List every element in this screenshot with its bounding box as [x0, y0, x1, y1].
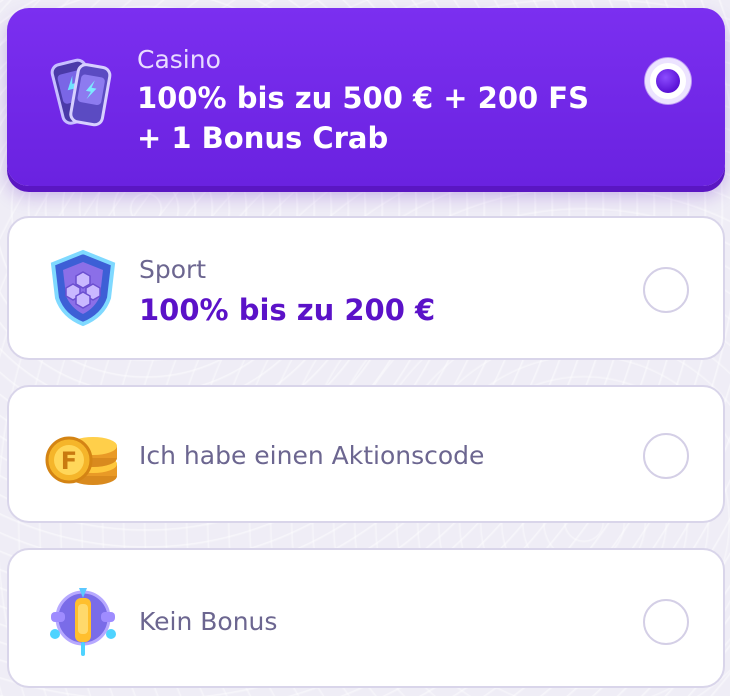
bonus-option-promo-code[interactable]: F Ich habe einen Aktionscode — [7, 385, 725, 523]
sport-shield-icon — [41, 246, 125, 330]
option-label: Ich habe einen Aktionscode — [139, 441, 485, 470]
bonus-option-casino[interactable]: Casino 100% bis zu 500 € + 200 FS + 1 Bo… — [7, 8, 725, 186]
radio-button-sport[interactable] — [643, 267, 689, 313]
casino-cards-icon — [39, 48, 123, 132]
option-detail-line2: + 1 Bonus Crab — [137, 121, 389, 155]
option-label: Sport — [139, 255, 207, 284]
option-detail: 100% bis zu 500 € + 200 FS — [137, 81, 589, 115]
radio-selected-dot — [656, 69, 680, 93]
svg-text:F: F — [61, 447, 77, 475]
option-label: Casino — [137, 45, 221, 74]
bonus-option-no-bonus[interactable]: Kein Bonus — [7, 548, 725, 688]
option-detail: 100% bis zu 200 € — [139, 293, 436, 327]
promo-coins-icon: F — [41, 414, 125, 498]
radio-button-casino[interactable] — [645, 58, 691, 104]
radio-button-no-bonus[interactable] — [643, 599, 689, 645]
option-label: Kein Bonus — [139, 607, 278, 636]
radio-button-promo-code[interactable] — [643, 433, 689, 479]
no-bonus-ufo-icon — [41, 578, 125, 662]
bonus-option-sport[interactable]: Sport 100% bis zu 200 € — [7, 216, 725, 360]
